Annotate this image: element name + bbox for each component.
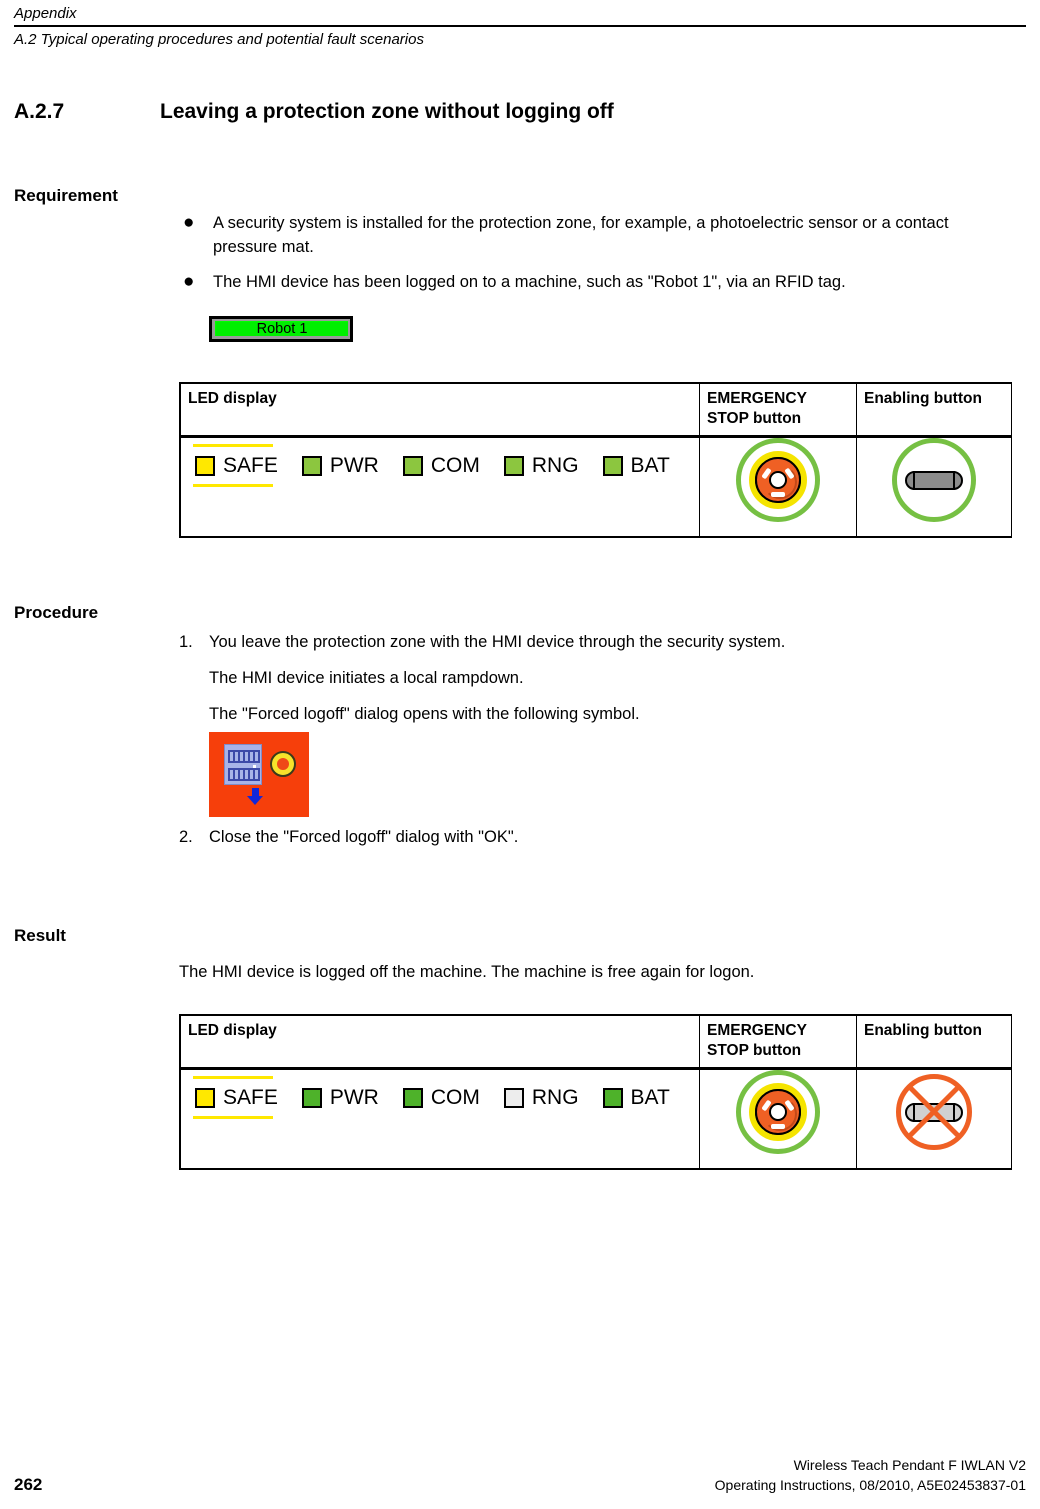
requirement-bullet-text: The HMI device has been logged on to a m… bbox=[213, 273, 846, 291]
header-chapter-label: Appendix bbox=[14, 5, 77, 22]
led-label: PWR bbox=[329, 1086, 379, 1109]
led-indicator-icon bbox=[402, 1087, 423, 1108]
forced-logoff-symbol-icon bbox=[209, 732, 309, 817]
led-pwr: PWR bbox=[301, 1086, 379, 1109]
enabling-button-disabled-icon bbox=[892, 1070, 976, 1154]
led-pwr: PWR bbox=[301, 454, 379, 477]
column-header-led-display: LED display bbox=[180, 1015, 700, 1070]
robot-button-label: Robot 1 bbox=[215, 321, 348, 336]
status-table-result: LED display EMERGENCY STOP button Enablin… bbox=[179, 1014, 1012, 1170]
rfid-tag-icon bbox=[224, 744, 262, 785]
led-indicator-icon bbox=[602, 455, 623, 476]
led-label: COM bbox=[430, 1086, 480, 1109]
rfid-reader-icon bbox=[270, 751, 296, 777]
led-label: SAFE bbox=[223, 1086, 278, 1109]
footer-document-id: Operating Instructions, 08/2010, A5E0245… bbox=[714, 1477, 1026, 1493]
led-label: RNG bbox=[531, 1086, 579, 1109]
emergency-stop-button-icon bbox=[736, 1070, 820, 1154]
chapter-number: A.2.7 bbox=[14, 100, 65, 123]
list-item: 2. Close the "Forced logoff" dialog with… bbox=[179, 825, 1009, 849]
cell-emergency-stop bbox=[699, 1068, 857, 1169]
step-text: You leave the protection zone with the H… bbox=[209, 633, 786, 651]
led-com: COM bbox=[402, 1086, 480, 1109]
column-header-emergency-stop: EMERGENCY STOP button bbox=[699, 1015, 857, 1070]
list-item: 1. You leave the protection zone with th… bbox=[179, 630, 1009, 654]
led-indicator-icon bbox=[301, 455, 322, 476]
cell-enabling-button bbox=[856, 1068, 1012, 1169]
result-text: The HMI device is logged off the machine… bbox=[179, 963, 755, 981]
step-number: 2. bbox=[179, 828, 193, 846]
requirement-bullet-list: ● A security system is installed for the… bbox=[179, 211, 1011, 305]
column-header-enabling-button: Enabling button bbox=[856, 383, 1012, 438]
led-bat: BAT bbox=[602, 1086, 670, 1109]
header-section-label: A.2 Typical operating procedures and pot… bbox=[14, 31, 424, 48]
result-text-block: The HMI device is logged off the machine… bbox=[179, 960, 1009, 984]
bullet-dot-icon: ● bbox=[183, 212, 195, 233]
led-indicator-icon bbox=[503, 455, 524, 476]
page-title: A.2.7 Leaving a protection zone without … bbox=[14, 99, 1014, 125]
estop-center-hub bbox=[769, 471, 787, 489]
status-table-requirement: LED display EMERGENCY STOP button Enablin… bbox=[179, 382, 1012, 538]
led-indicator-icon bbox=[195, 1087, 215, 1108]
procedure-heading: Procedure bbox=[14, 603, 99, 622]
list-item: ● The HMI device has been logged on to a… bbox=[179, 270, 1011, 294]
led-label: PWR bbox=[329, 454, 379, 477]
step-detail-text: The "Forced logoff" dialog opens with th… bbox=[209, 705, 640, 723]
chapter-title: Leaving a protection zone without loggin… bbox=[160, 100, 614, 123]
page-footer: Wireless Teach Pendant F IWLAN V2 262 Op… bbox=[14, 1456, 1026, 1495]
enabling-button-icon bbox=[892, 438, 976, 522]
step-detail-text: The HMI device initiates a local rampdow… bbox=[209, 669, 524, 687]
step-text: Close the "Forced logoff" dialog with "O… bbox=[209, 828, 519, 846]
column-header-emergency-stop: EMERGENCY STOP button bbox=[699, 383, 857, 438]
header-divider-rule bbox=[14, 25, 1026, 27]
led-indicator-icon bbox=[602, 1087, 623, 1108]
led-bat: BAT bbox=[602, 454, 670, 477]
estop-center-hub bbox=[769, 1103, 787, 1121]
led-com: COM bbox=[402, 454, 480, 477]
procedure-step-list: 1. You leave the protection zone with th… bbox=[179, 630, 1009, 849]
led-strip: SAFE PWR COM RNG BAT bbox=[181, 1070, 699, 1119]
led-indicator-icon bbox=[301, 1087, 322, 1108]
led-indicator-icon bbox=[402, 455, 423, 476]
table-row: SAFE PWR COM RNG BAT bbox=[180, 436, 1012, 537]
led-label: BAT bbox=[630, 1086, 670, 1109]
led-label: BAT bbox=[630, 454, 670, 477]
cell-led-display: SAFE PWR COM RNG BAT bbox=[180, 436, 700, 537]
cell-emergency-stop bbox=[699, 436, 857, 537]
list-item: ● A security system is installed for the… bbox=[179, 211, 1011, 259]
enabling-bar bbox=[905, 471, 963, 490]
table-row: SAFE PWR COM RNG BAT bbox=[180, 1068, 1012, 1169]
down-arrow-icon bbox=[247, 788, 263, 805]
footer-product-name: Wireless Teach Pendant F IWLAN V2 bbox=[793, 1457, 1026, 1473]
led-indicator-icon bbox=[503, 1087, 524, 1108]
emergency-stop-button-icon bbox=[736, 438, 820, 522]
led-safe: SAFE bbox=[193, 1076, 278, 1119]
led-strip: SAFE PWR COM RNG BAT bbox=[181, 438, 699, 487]
led-label: RNG bbox=[531, 454, 579, 477]
hmi-machine-button-illustration: Robot 1 bbox=[209, 316, 353, 342]
table-header-row: LED display EMERGENCY STOP button Enablin… bbox=[180, 383, 1012, 438]
led-label: SAFE bbox=[223, 454, 278, 477]
led-label: COM bbox=[430, 454, 480, 477]
page-running-header: Appendix A.2 Typical operating procedure… bbox=[14, 4, 1026, 49]
page-number: 262 bbox=[14, 1475, 43, 1494]
column-header-led-display: LED display bbox=[180, 383, 700, 438]
table-header-row: LED display EMERGENCY STOP button Enablin… bbox=[180, 1015, 1012, 1070]
result-heading: Result bbox=[14, 926, 66, 945]
column-header-enabling-button: Enabling button bbox=[856, 1015, 1012, 1070]
led-safe: SAFE bbox=[193, 444, 278, 487]
requirement-heading: Requirement bbox=[14, 186, 118, 205]
requirement-bullet-text: A security system is installed for the p… bbox=[213, 214, 949, 256]
led-indicator-icon bbox=[195, 455, 215, 476]
cell-led-display: SAFE PWR COM RNG BAT bbox=[180, 1068, 700, 1169]
robot-button[interactable]: Robot 1 bbox=[209, 316, 353, 342]
bullet-dot-icon: ● bbox=[183, 271, 195, 292]
step-number: 1. bbox=[179, 633, 193, 651]
cell-enabling-button bbox=[856, 436, 1012, 537]
led-rng: RNG bbox=[503, 454, 579, 477]
led-rng: RNG bbox=[503, 1086, 579, 1109]
